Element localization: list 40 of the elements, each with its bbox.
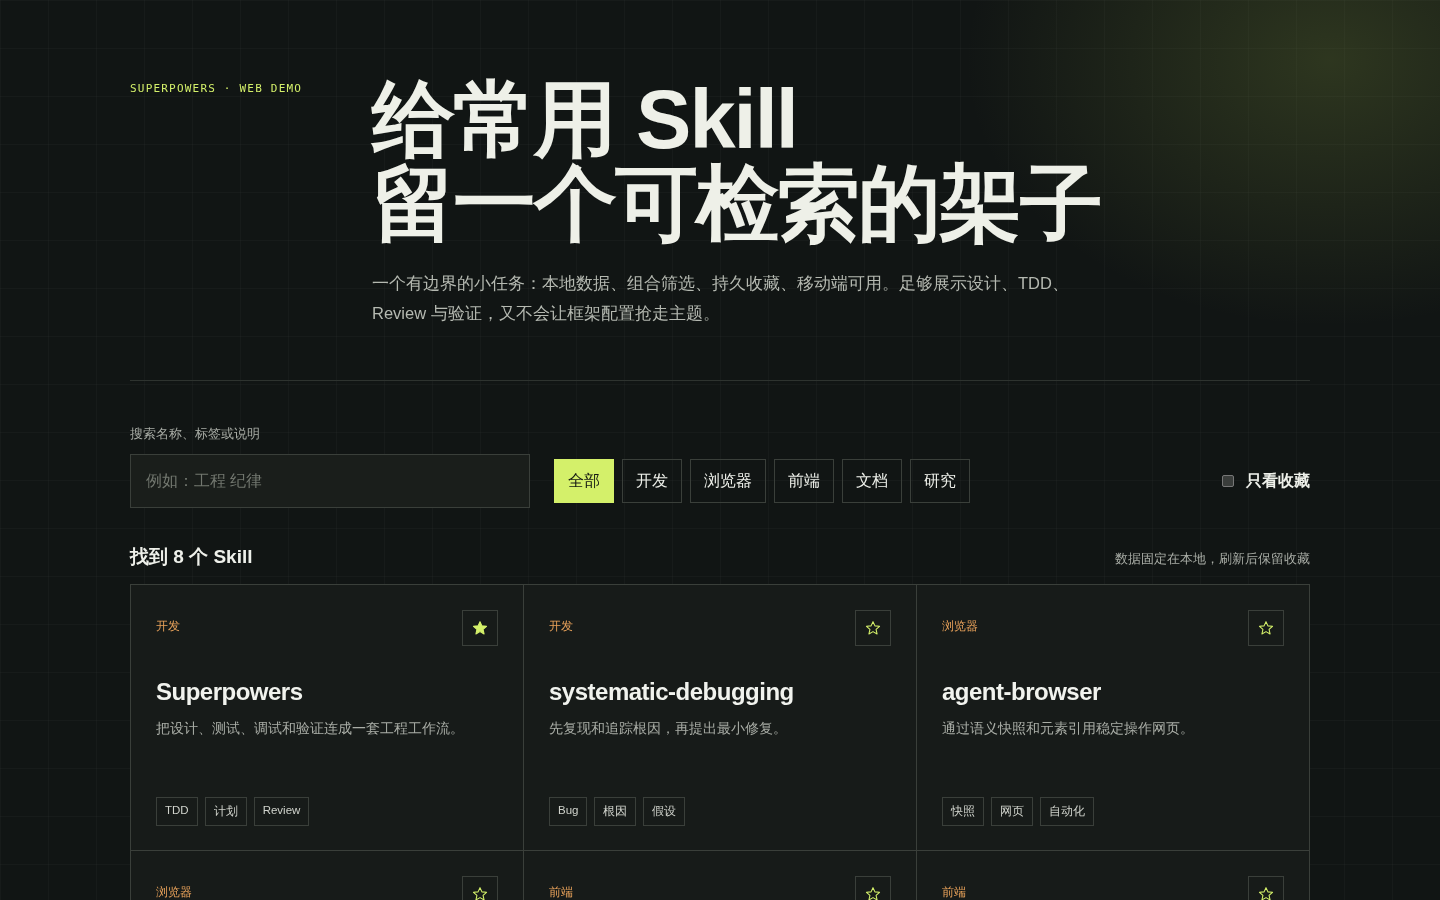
category-label: 开发	[156, 618, 180, 635]
eyebrow-label: SUPERPOWERS · WEB DEMO	[130, 82, 303, 95]
category-label: 开发	[549, 618, 573, 635]
storage-note: 数据固定在本地，刷新后保留收藏	[1115, 550, 1310, 568]
tag-chip: 计划	[204, 797, 247, 826]
favorite-button[interactable]	[462, 610, 498, 646]
skill-name: systematic-debugging	[549, 678, 795, 706]
tag-chip: 自动化	[1040, 797, 1094, 826]
filter-tab[interactable]: 全部	[554, 459, 614, 503]
tag-chip: 假设	[643, 797, 686, 826]
filter-tab[interactable]: 文档	[842, 459, 902, 503]
hero-title: 留一个可检索的架子	[372, 162, 1101, 246]
skill-description: 先复现和追踪根因，再提出最小修复。	[549, 720, 788, 738]
skill-description: 通过语义快照和元素引用稳定操作网页。	[942, 720, 1195, 738]
checkbox[interactable]	[1222, 475, 1234, 487]
filter-tab[interactable]: 开发	[622, 459, 682, 503]
category-label: 前端	[942, 884, 966, 900]
filter-tab[interactable]: 研究	[910, 459, 970, 503]
category-label: 浏览器	[942, 618, 978, 635]
category-label: 浏览器	[156, 884, 192, 900]
tag-chip: TDD	[156, 797, 198, 826]
filter-tab[interactable]: 前端	[774, 459, 834, 503]
skill-description: 把设计、测试、调试和验证连成一套工程工作流。	[156, 720, 465, 738]
tag-chip: 网页	[991, 797, 1033, 826]
tag-chip: 根因	[594, 797, 637, 826]
search-label: 搜索名称、标签或说明	[130, 425, 260, 443]
skill-name: agent-browser	[942, 678, 1102, 706]
favorite-button[interactable]	[855, 610, 891, 646]
tag-chip: 快照	[942, 797, 984, 826]
tag-chip: Review	[253, 797, 310, 826]
skill-name: Superpowers	[156, 678, 304, 706]
results-count: 找到 8 个 Skill	[130, 545, 253, 569]
tag-chip: Bug	[549, 797, 588, 826]
checkbox-label[interactable]: 只看收藏	[1246, 470, 1310, 492]
category-label: 前端	[549, 884, 573, 900]
filter-tab[interactable]: 浏览器	[690, 459, 766, 503]
favorite-button[interactable]	[1248, 610, 1284, 646]
hero-description: 一个有边界的小任务：本地数据、组合筛选、持久收藏、移动端可用。足够展示设计、TDD、Review 与验证，又不会让框架配置抢走主题。	[372, 273, 1070, 324]
search-field[interactable]: 例如：工程 纪律	[130, 454, 530, 508]
hero-title: 给常用 Skill	[372, 78, 797, 162]
